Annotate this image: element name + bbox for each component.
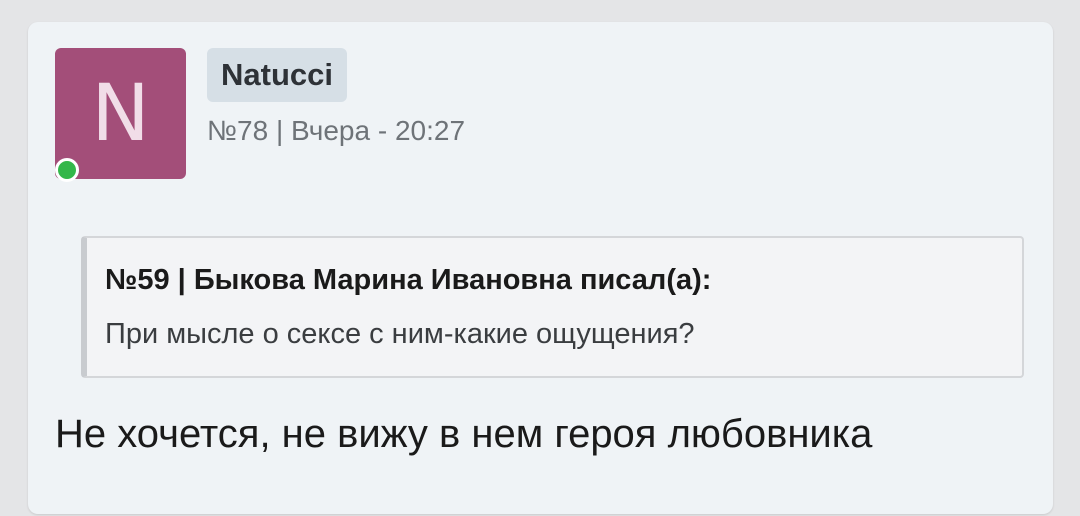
post-body-text: Не хочется, не вижу в нем героя любовник… (55, 412, 873, 456)
avatar[interactable]: N (55, 48, 186, 179)
post-card: N Natucci №78 | Вчера - 20:27 №59 | Быко… (28, 22, 1053, 514)
username-label: Natucci (221, 57, 333, 92)
online-status-icon (55, 158, 79, 182)
quote-header: №59 | Быкова Марина Ивановна писал(а): (105, 264, 712, 296)
post-meta: №78 | Вчера - 20:27 (207, 115, 466, 146)
quote-block: №59 | Быкова Марина Ивановна писал(а): П… (81, 236, 1024, 378)
username-link[interactable]: Natucci (207, 48, 347, 102)
avatar-letter: N (91, 68, 150, 159)
quote-text: При мысле о сексе с ним-какие ощущения? (105, 318, 695, 350)
